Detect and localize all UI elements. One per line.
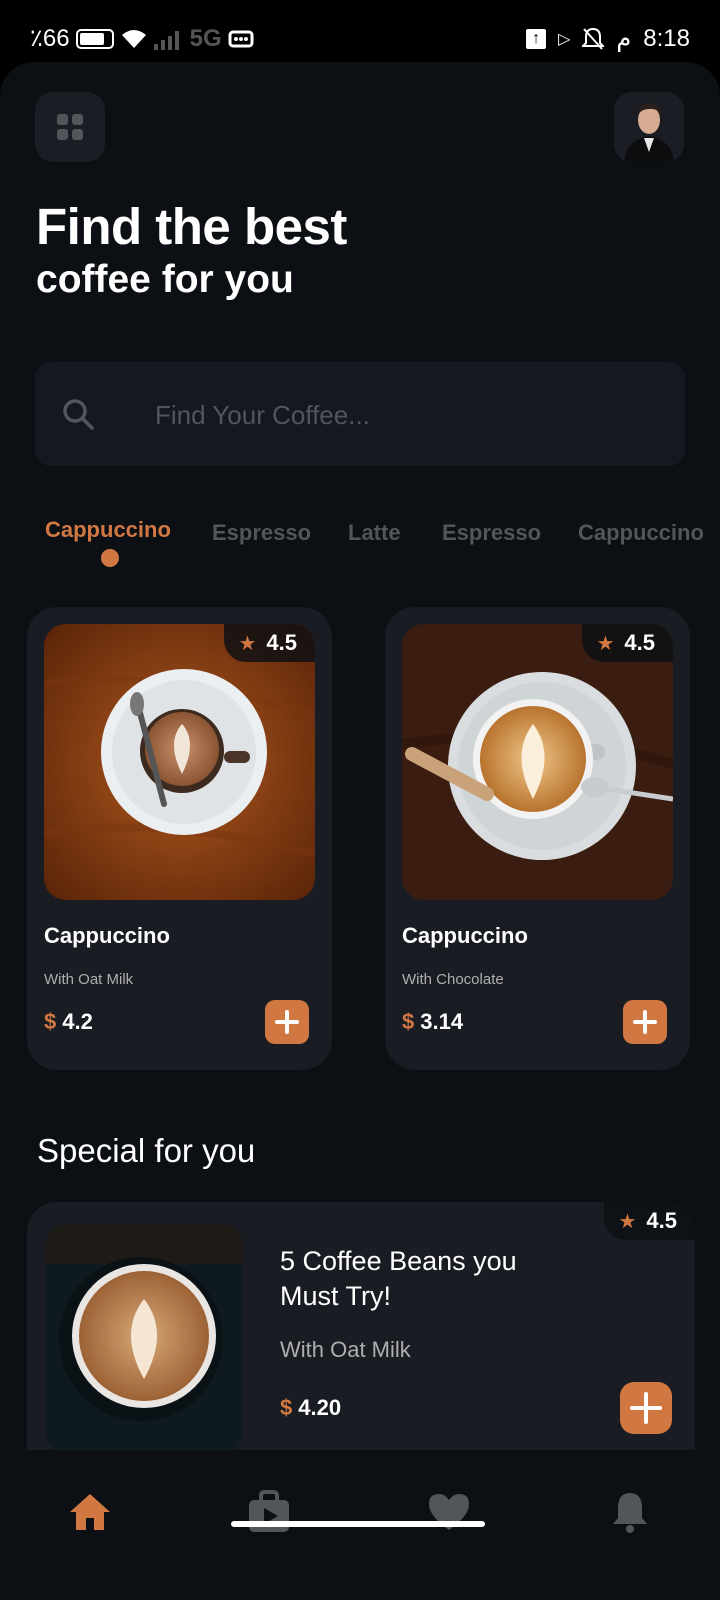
mute-icon (582, 27, 605, 50)
product-price: $3.14 (402, 1009, 463, 1035)
rating-value: 4.5 (266, 630, 297, 655)
add-to-cart-button[interactable] (620, 1382, 672, 1434)
signal-icon (153, 30, 179, 50)
menu-grid-icon-part (72, 129, 83, 140)
rating-value: 4.5 (646, 1208, 677, 1233)
product-image: ★ 4.5 (402, 624, 673, 900)
wifi-icon (121, 29, 146, 48)
currency-symbol: $ (280, 1395, 293, 1420)
product-price: $4.2 (44, 1009, 93, 1035)
price-value: 3.14 (420, 1009, 464, 1034)
category-tabs: Cappuccino Espresso Latte Espresso Cappu… (45, 517, 720, 587)
price-value: 4.2 (62, 1009, 93, 1034)
bell-icon[interactable] (608, 1490, 652, 1534)
special-subtitle: With Oat Milk (280, 1337, 411, 1362)
product-name: Cappuccino (402, 923, 528, 948)
rating-value: 4.5 (624, 630, 655, 655)
home-indicator[interactable] (231, 1521, 485, 1527)
battery-icon (75, 28, 114, 49)
status-bar: ٪66 5G ↑ ▷ م 8:18 (0, 0, 720, 62)
menu-grid-icon (57, 114, 68, 125)
special-image (46, 1224, 243, 1454)
rating-badge: ★ 4.5 (224, 624, 315, 662)
product-image: ★ 4.5 (44, 624, 315, 900)
menu-grid-icon-part (72, 114, 83, 125)
product-name: Cappuccino (44, 923, 170, 948)
page-subtitle: coffee for you (36, 258, 294, 301)
price-value: 4.20 (298, 1395, 342, 1420)
menu-grid-icon-part (57, 129, 68, 140)
search-bar[interactable]: Find Your Coffee... (35, 362, 685, 466)
currency-symbol: $ (402, 1009, 415, 1034)
tab-cappuccino-2[interactable]: Cappuccino (578, 520, 704, 546)
active-tab-indicator (101, 549, 119, 567)
bag-icon[interactable] (247, 1490, 291, 1534)
heart-icon[interactable] (427, 1490, 471, 1534)
search-icon (63, 399, 94, 430)
tab-espresso-2[interactable]: Espresso (442, 520, 541, 546)
star-icon: ★ (238, 632, 257, 655)
play-icon: ▷ (558, 30, 571, 48)
product-card[interactable]: ★ 4.5 Cappuccino With Chocolate $3.14 (385, 607, 690, 1070)
product-subtitle: With Chocolate (402, 971, 504, 988)
app-screen: Find the best coffee for you Find Your C… (0, 62, 720, 1600)
upload-icon: ↑ (526, 28, 547, 49)
clock: 8:18 (643, 24, 690, 52)
star-icon: ★ (618, 1210, 637, 1233)
avatar[interactable] (614, 92, 684, 162)
section-title: Special for you (37, 1132, 256, 1169)
battery-percentage: ٪66 (30, 25, 70, 52)
network-type: 5G (189, 24, 222, 52)
special-price: $4.20 (280, 1395, 341, 1421)
rating-badge: ★ 4.5 (604, 1202, 695, 1240)
menu-button[interactable] (35, 92, 105, 162)
sim-icon (228, 30, 254, 47)
tab-cappuccino[interactable]: Cappuccino (45, 517, 171, 543)
search-input[interactable]: Find Your Coffee... (155, 400, 370, 431)
am-pm-label: م (616, 25, 632, 52)
home-icon[interactable] (68, 1490, 112, 1534)
tab-latte[interactable]: Latte (348, 520, 401, 546)
special-title: 5 Coffee Beans you Must Try! (280, 1246, 517, 1311)
page-title: Find the best (36, 198, 347, 255)
product-subtitle: With Oat Milk (44, 971, 134, 988)
tab-espresso[interactable]: Espresso (212, 520, 311, 546)
currency-symbol: $ (44, 1009, 57, 1034)
add-to-cart-button[interactable] (623, 1000, 667, 1044)
product-card[interactable]: ★ 4.5 Cappuccino With Oat Milk $4.2 (27, 607, 332, 1070)
add-to-cart-button[interactable] (265, 1000, 309, 1044)
star-icon: ★ (596, 632, 615, 655)
rating-badge: ★ 4.5 (582, 624, 673, 662)
